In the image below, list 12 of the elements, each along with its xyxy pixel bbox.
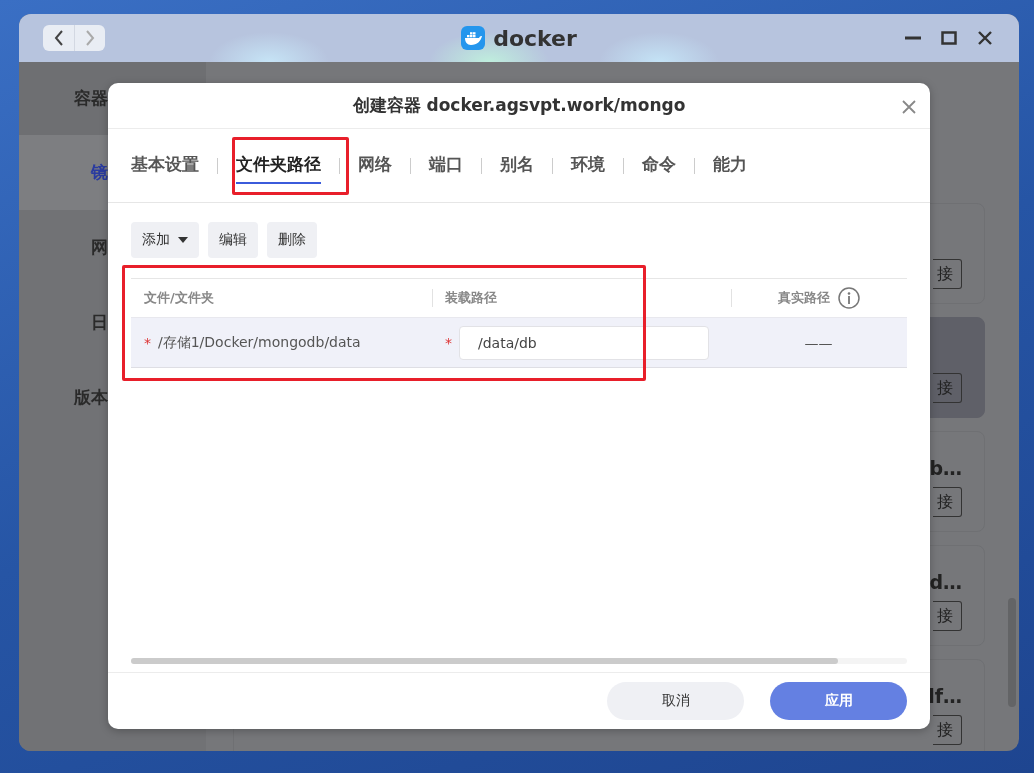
required-mark: * xyxy=(144,334,151,351)
table-cell: /存储1/Docker/mongodb/data xyxy=(158,333,361,352)
card-title: lf… xyxy=(928,685,962,707)
required-mark: * xyxy=(445,334,452,351)
column-header: 文件/文件夹 xyxy=(144,289,214,307)
window-title: docker xyxy=(493,25,577,51)
card-title: b… xyxy=(929,457,962,479)
card-title: d… xyxy=(929,571,962,593)
column-header: 真实路径 xyxy=(777,289,830,307)
column-header: 装载路径 xyxy=(445,289,497,307)
table-cell: —— xyxy=(804,334,833,351)
dialog-title: 创建容器 docker.agsvpt.work/mongo xyxy=(352,94,686,117)
